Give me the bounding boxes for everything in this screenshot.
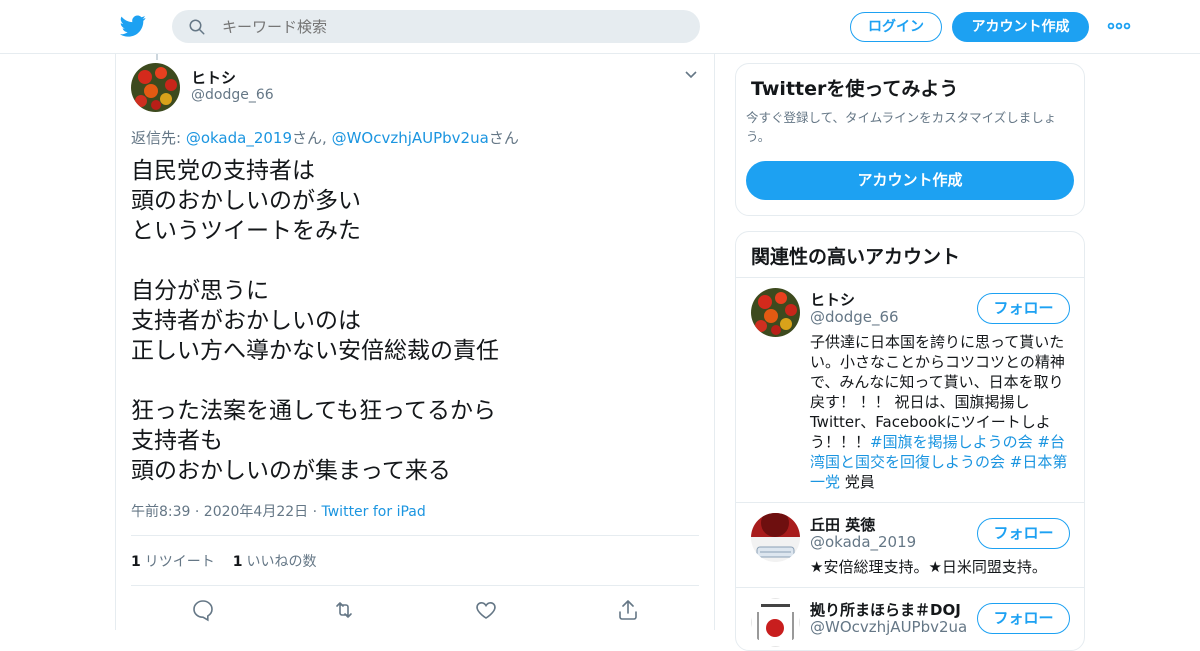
avatar[interactable] bbox=[131, 63, 180, 112]
avatar[interactable] bbox=[751, 513, 800, 562]
related-account[interactable]: 丘田 英徳 @okada_2019 フォロー ★安倍総理支持。★日米同盟支持。 bbox=[736, 503, 1084, 587]
account-bio: ★安倍総理支持。★日米同盟支持。 bbox=[810, 558, 1047, 576]
follow-button[interactable]: フォロー bbox=[977, 603, 1070, 634]
hashtag-link[interactable]: #国旗を掲揚しようの会 bbox=[870, 433, 1033, 451]
signup-card-subtitle: 今すぐ登録して、タイムラインをカスタマイズしましょう。 bbox=[746, 110, 1057, 144]
avatar[interactable] bbox=[751, 288, 800, 337]
divider bbox=[131, 535, 699, 536]
signup-card-title: Twitterを使ってみよう bbox=[751, 78, 959, 100]
twitter-bird-icon[interactable] bbox=[120, 13, 146, 39]
related-accounts-card: 関連性の高いアカウント ヒトシ @dodge_66 フォロー 子供達に日本国を誇… bbox=[735, 231, 1085, 651]
reply-user-link[interactable]: @WOcvzhjAUPbv2ua bbox=[332, 129, 489, 147]
account-handle[interactable]: @okada_2019 bbox=[810, 533, 916, 551]
share-icon[interactable] bbox=[616, 598, 640, 622]
chevron-down-icon[interactable] bbox=[684, 68, 698, 82]
account-handle[interactable]: @dodge_66 bbox=[810, 308, 899, 326]
tweet-text: 自民党の支持者は 頭のおかしいのが多い というツイートをみた 自分が思うに 支持… bbox=[131, 158, 499, 484]
related-title: 関連性の高いアカウント bbox=[751, 246, 961, 268]
author-name[interactable]: ヒトシ bbox=[191, 67, 236, 88]
account-name[interactable]: 丘田 英徳 bbox=[810, 514, 875, 535]
search-bar[interactable] bbox=[172, 10, 700, 43]
retweet-count: 1 bbox=[131, 554, 141, 570]
reply-suffix: さん bbox=[488, 129, 519, 147]
top-bar: ログイン アカウント作成 bbox=[0, 0, 1200, 54]
like-count: 1 bbox=[232, 554, 243, 570]
related-account[interactable]: 拠り所まほらま＃DOJ @WOcvzhjAUPbv2ua フォロー bbox=[736, 588, 1084, 650]
tweet-detail: ヒトシ @dodge_66 返信先: @okada_2019さん, @WOcvz… bbox=[115, 54, 715, 630]
search-icon bbox=[189, 19, 205, 35]
account-bio-suffix: 党員 bbox=[840, 473, 875, 491]
reply-to-line: 返信先: @okada_2019さん, @WOcvzhjAUPbv2uaさん bbox=[131, 127, 519, 148]
related-account[interactable]: ヒトシ @dodge_66 フォロー 子供達に日本国を誇りに思って貰いたい。小さ… bbox=[736, 278, 1084, 502]
signup-card-button[interactable]: アカウント作成 bbox=[746, 161, 1074, 200]
author-handle[interactable]: @dodge_66 bbox=[191, 87, 274, 103]
retweet-icon[interactable] bbox=[332, 598, 356, 622]
account-handle[interactable]: @WOcvzhjAUPbv2ua bbox=[810, 618, 967, 636]
retweet-stat[interactable]: 1 リツイート bbox=[131, 554, 215, 570]
like-stat[interactable]: 1 いいねの数 bbox=[233, 554, 317, 570]
retweet-stat-label: リツイート bbox=[144, 554, 215, 570]
thread-line bbox=[156, 54, 158, 60]
timestamp[interactable]: 午前8:39 · 2020年4月22日 · bbox=[131, 504, 322, 520]
like-icon[interactable] bbox=[474, 598, 498, 622]
tweet-stats: 1 リツイート 1 いいねの数 bbox=[131, 551, 317, 571]
account-name[interactable]: 拠り所まほらま＃DOJ bbox=[810, 599, 961, 620]
reply-icon[interactable] bbox=[191, 598, 215, 622]
signup-card: Twitterを使ってみよう 今すぐ登録して、タイムラインをカスタマイズしましょ… bbox=[735, 63, 1085, 216]
more-dots-icon[interactable] bbox=[1106, 16, 1132, 36]
reply-user-link[interactable]: @okada_2019 bbox=[186, 129, 292, 147]
account-name[interactable]: ヒトシ bbox=[810, 289, 855, 310]
source-link[interactable]: Twitter for iPad bbox=[322, 504, 426, 520]
reply-prefix: 返信先: bbox=[131, 129, 186, 147]
account-bio: 子供達に日本国を誇りに思って貰いたい。小さなことからコツコツとの精神で、みんなに… bbox=[810, 332, 1070, 492]
avatar[interactable] bbox=[751, 598, 800, 647]
like-stat-label: いいねの数 bbox=[246, 554, 317, 570]
divider bbox=[131, 585, 699, 586]
tweet-meta: 午前8:39 · 2020年4月22日 · Twitter for iPad bbox=[131, 501, 426, 521]
follow-button[interactable]: フォロー bbox=[977, 518, 1070, 549]
reply-suffix: さん, bbox=[292, 129, 332, 147]
login-button[interactable]: ログイン bbox=[850, 12, 942, 42]
search-input[interactable] bbox=[222, 10, 682, 43]
follow-button[interactable]: フォロー bbox=[977, 293, 1070, 324]
signup-button[interactable]: アカウント作成 bbox=[952, 12, 1089, 42]
